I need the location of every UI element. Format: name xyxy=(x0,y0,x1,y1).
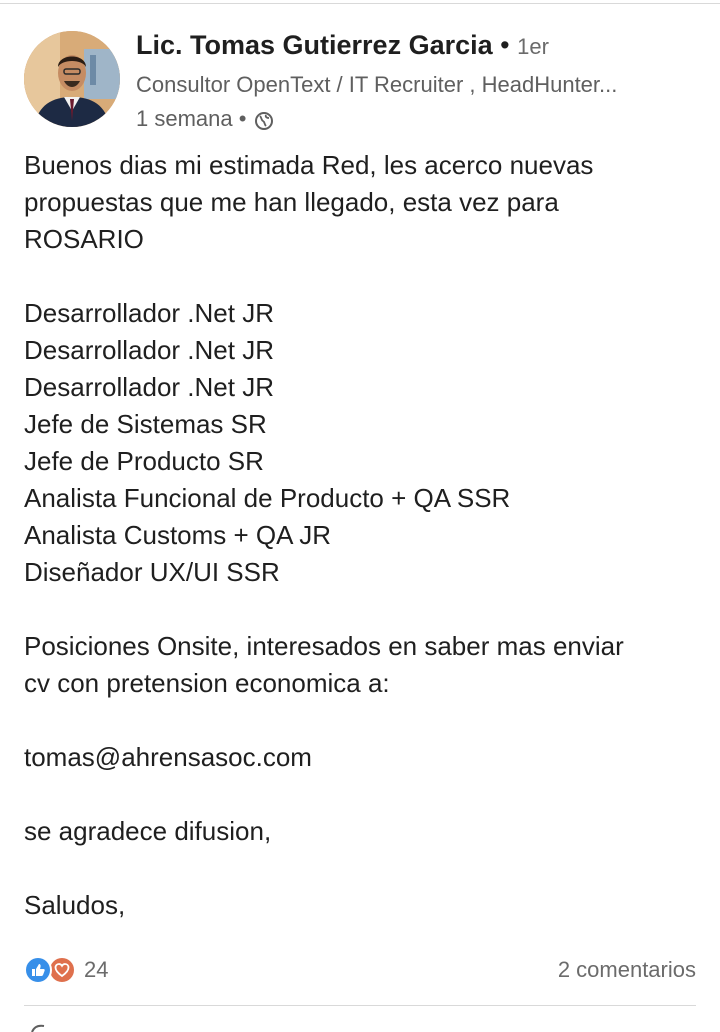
body-line: ROSARIO xyxy=(24,224,144,254)
partial-action-icon xyxy=(31,1024,45,1032)
position-item: Jefe de Sistemas SR xyxy=(24,409,267,439)
position-item: Desarrollador .Net JR xyxy=(24,372,274,402)
globe-icon xyxy=(254,109,274,130)
separator-dot: • xyxy=(492,30,518,60)
position-item: Analista Funcional de Producto + QA SSR xyxy=(24,483,511,513)
position-item: Desarrollador .Net JR xyxy=(24,298,274,328)
top-divider xyxy=(0,3,720,4)
author-headline: Consultor OpenText / IT Recruiter , Head… xyxy=(136,72,618,97)
author-avatar[interactable] xyxy=(24,31,120,127)
body-line: Buenos dias mi estimada Red, les acerco … xyxy=(24,150,594,180)
reactions-summary[interactable]: 24 xyxy=(24,954,108,986)
avatar-photo xyxy=(24,31,120,127)
position-item: Jefe de Producto SR xyxy=(24,446,264,476)
body-line: se agradece difusion, xyxy=(24,816,272,846)
post-body: Buenos dias mi estimada Red, les acerco … xyxy=(24,147,696,924)
bottom-divider xyxy=(24,1005,696,1006)
contact-email[interactable]: tomas@ahrensasoc.com xyxy=(24,739,696,776)
body-line: propuestas que me han llegado, esta vez … xyxy=(24,187,559,217)
body-line: Posiciones Onsite, interesados en saber … xyxy=(24,631,624,661)
body-line: Saludos, xyxy=(24,890,126,920)
like-icon xyxy=(24,956,52,984)
post-time: 1 semana xyxy=(136,106,233,131)
author-name-line: Lic. Tomas Gutierrez Garcia • 1er xyxy=(136,28,549,64)
post-meta: 1 semana • xyxy=(136,104,274,134)
linkedin-post: Lic. Tomas Gutierrez Garcia • 1er Consul… xyxy=(0,0,720,1032)
position-item: Desarrollador .Net JR xyxy=(24,335,274,365)
love-icon xyxy=(48,956,76,984)
comments-link[interactable]: 2 comentarios xyxy=(558,955,696,985)
separator-dot: • xyxy=(232,106,247,131)
position-item: Diseñador UX/UI SSR xyxy=(24,557,280,587)
connection-degree: 1er xyxy=(517,34,549,59)
position-item: Analista Customs + QA JR xyxy=(24,520,332,550)
reaction-count: 24 xyxy=(84,957,109,982)
author-name[interactable]: Lic. Tomas Gutierrez Garcia xyxy=(136,30,493,60)
body-line: cv con pretension economica a: xyxy=(24,668,390,698)
